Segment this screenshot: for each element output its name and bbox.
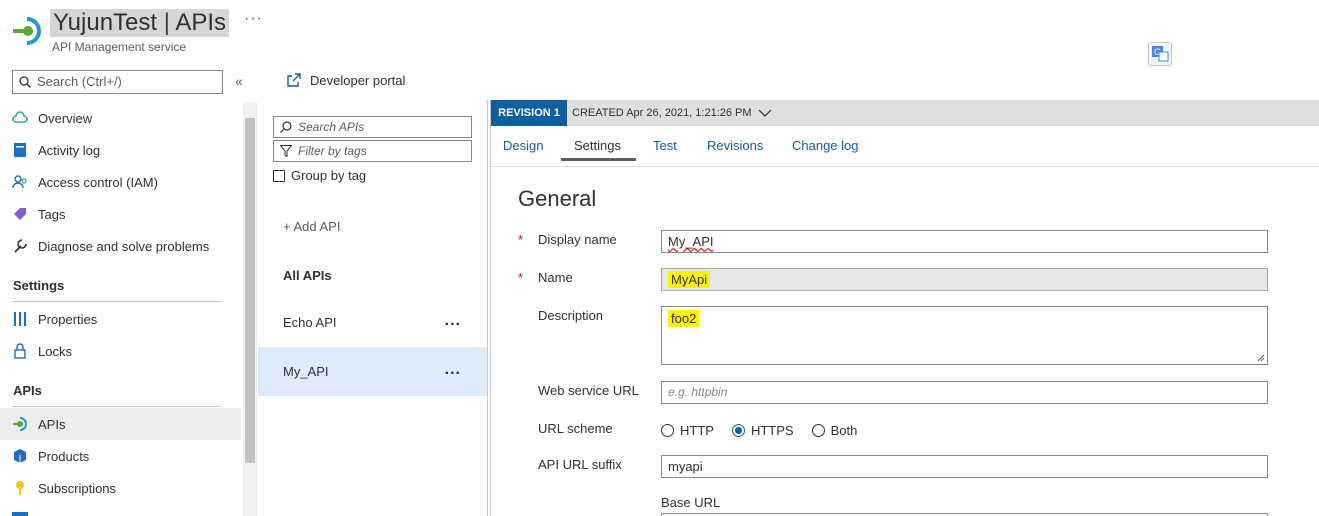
nav-search-input[interactable]: Search (Ctrl+/): [12, 70, 223, 94]
people-icon: [12, 174, 28, 190]
description-textarea[interactable]: foo2: [661, 306, 1268, 365]
nav-item-partial-icon: [12, 512, 28, 516]
sliders-icon: [12, 311, 28, 327]
description-label: Description: [538, 308, 604, 323]
name-field[interactable]: MyApi: [661, 268, 1268, 291]
radio-circle[interactable]: [661, 424, 674, 437]
tab-design[interactable]: Design: [503, 138, 543, 153]
tab-change-log[interactable]: Change log: [792, 138, 859, 153]
nav-section-apis: APIs: [13, 383, 42, 398]
url-scheme-label: URL scheme: [538, 421, 613, 436]
revision-created-dropdown[interactable]: CREATED Apr 26, 2021, 1:21:26 PM: [572, 100, 772, 126]
web-service-url-field[interactable]: e.g. httpbin: [661, 381, 1268, 404]
nav-item-properties[interactable]: Properties: [0, 303, 241, 335]
checkbox-box[interactable]: [273, 169, 285, 182]
nav-item-products[interactable]: Products: [0, 440, 241, 472]
active-tab-indicator: [561, 158, 636, 161]
nav-item-activity-log[interactable]: Activity log: [0, 134, 241, 166]
nav-item-locks[interactable]: Locks: [0, 335, 241, 367]
search-icon: [19, 76, 31, 88]
translate-icon[interactable]: G: [1148, 42, 1172, 66]
nav-divider: [12, 301, 221, 302]
tab-test[interactable]: Test: [653, 138, 677, 153]
chevron-down-icon: [758, 109, 771, 117]
search-apis-input[interactable]: Search APIs: [273, 116, 472, 138]
tabs-divider: [491, 166, 1319, 167]
panel-divider: [487, 100, 488, 516]
products-icon: [12, 448, 28, 464]
nav-item-tags[interactable]: Tags: [0, 198, 241, 230]
revision-badge: REVISION 1: [491, 100, 567, 126]
nav-item-access-control[interactable]: Access control (IAM): [0, 166, 241, 198]
api-url-suffix-label: API URL suffix: [538, 457, 622, 472]
api-icon: [12, 416, 28, 432]
panel-divider: [490, 100, 491, 516]
base-url-label: Base URL: [661, 495, 721, 510]
filter-tags-input[interactable]: Filter by tags: [273, 140, 472, 162]
cloud-icon: [12, 110, 28, 126]
nav-item-diagnose[interactable]: Diagnose and solve problems: [0, 230, 241, 262]
key-icon: [12, 480, 28, 496]
filter-icon: [280, 145, 292, 157]
tab-revisions[interactable]: Revisions: [707, 138, 763, 153]
lock-icon: [12, 343, 28, 359]
more-options-button[interactable]: ···: [244, 10, 263, 28]
radio-both[interactable]: Both: [811, 423, 857, 438]
section-title: General: [518, 186, 597, 211]
web-service-url-label: Web service URL: [538, 383, 639, 398]
nav-item-subscriptions[interactable]: Subscriptions: [0, 472, 241, 504]
developer-portal-link[interactable]: Developer portal: [286, 72, 405, 88]
name-label: Name: [538, 270, 573, 285]
radio-circle[interactable]: [811, 424, 825, 437]
tag-icon: [12, 206, 28, 222]
display-name-label: Display name: [538, 232, 617, 247]
api-url-suffix-field[interactable]: myapi: [661, 455, 1268, 478]
add-api-button[interactable]: + Add API: [283, 219, 340, 234]
nav-search-placeholder: Search (Ctrl+/): [37, 74, 122, 89]
all-apis-header[interactable]: All APIs: [283, 268, 332, 283]
nav-item-overview[interactable]: Overview: [0, 102, 241, 134]
nav-item-apis[interactable]: APIs: [0, 408, 241, 440]
wrench-icon: [12, 238, 28, 254]
search-icon: [280, 121, 292, 133]
display-name-field[interactable]: My_API: [661, 230, 1268, 253]
external-link-icon: [287, 73, 301, 87]
radio-http[interactable]: HTTP: [661, 423, 714, 438]
api-list-item[interactable]: Echo API ...: [258, 298, 487, 347]
radio-https[interactable]: HTTPS: [731, 423, 794, 438]
activity-log-icon: [12, 142, 28, 158]
tab-settings[interactable]: Settings: [574, 138, 621, 153]
resize-handle-icon[interactable]: [1257, 354, 1265, 362]
api-context-menu-button[interactable]: ...: [445, 361, 461, 379]
nav-section-settings: Settings: [13, 278, 65, 293]
required-marker: *: [518, 270, 524, 285]
group-by-tag-checkbox[interactable]: Group by tag: [273, 168, 366, 183]
page-subtitle: API Management service: [52, 40, 187, 54]
apim-logo-icon: [12, 16, 42, 46]
api-list-item-selected[interactable]: My_API ...: [258, 347, 487, 396]
collapse-nav-button[interactable]: «: [235, 73, 243, 89]
url-scheme-radio-group: HTTP HTTPS Both: [661, 423, 857, 438]
required-marker: *: [518, 232, 524, 247]
nav-divider: [12, 406, 221, 407]
radio-circle-selected[interactable]: [731, 424, 745, 437]
nav-scrollbar-thumb[interactable]: [245, 118, 255, 463]
page-title: YujunTest | APIs: [50, 9, 230, 37]
api-context-menu-button[interactable]: ...: [445, 312, 461, 330]
